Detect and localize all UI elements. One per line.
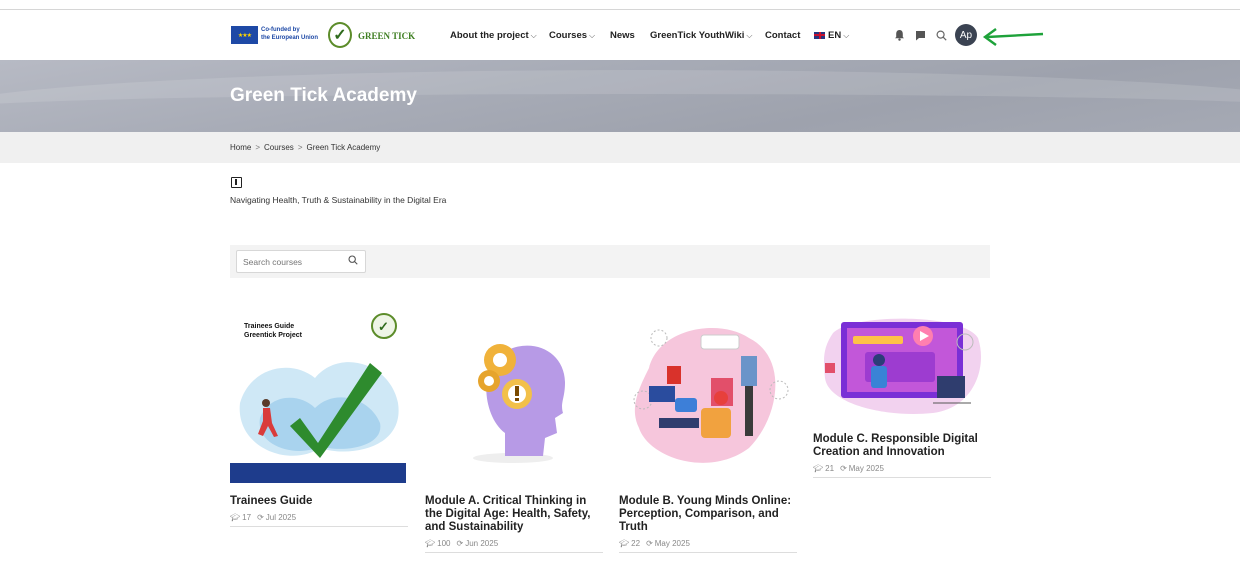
course-title[interactable]: Module C. Responsible Digital Creation a…: [813, 433, 991, 459]
course-card[interactable]: Module C. Responsible Digital Creation a…: [813, 308, 991, 478]
uk-flag-icon: [814, 31, 825, 39]
chevron-down-icon: ⌵: [746, 31, 753, 40]
breadcrumb-home[interactable]: Home: [230, 143, 251, 152]
nav-contact[interactable]: Contact: [765, 30, 800, 41]
nav-courses[interactable]: Courses ⌵: [549, 30, 595, 41]
students-count: 🎓︎ 100: [425, 539, 451, 548]
page-banner: Green Tick Academy: [0, 60, 1240, 132]
green-tick-logo-icon[interactable]: ✓: [328, 22, 352, 48]
search-icon[interactable]: [933, 27, 949, 43]
course-title[interactable]: Module A. Critical Thinking in the Digit…: [425, 495, 603, 534]
course-meta: 🎓︎ 100 ⟳ Jun 2025: [425, 539, 603, 553]
graduation-cap-icon: 🎓︎: [813, 464, 824, 473]
search-icon[interactable]: [348, 255, 358, 268]
updated-date: ⟳ Jun 2025: [456, 539, 499, 548]
nav-news[interactable]: News: [610, 30, 635, 41]
refresh-icon: ⟳: [456, 539, 464, 548]
chevron-right-icon: >: [255, 143, 261, 152]
category-icon: [231, 177, 242, 188]
refresh-icon: ⟳: [257, 513, 264, 522]
course-card[interactable]: Module B. Young Minds Online: Perception…: [619, 308, 797, 553]
eu-flag-icon: ★★★: [231, 26, 258, 44]
thumbnail-subcaption: Greentick Project: [244, 332, 302, 339]
breadcrumb-bar: Home > Courses > Green Tick Academy: [0, 132, 1240, 163]
page-title: Green Tick Academy: [230, 85, 417, 106]
course-search-box: [236, 250, 366, 273]
refresh-icon: ⟳: [840, 464, 847, 473]
course-thumbnail[interactable]: [425, 308, 601, 483]
students-count: 🎓︎ 21: [813, 464, 835, 473]
chevron-right-icon: >: [297, 143, 303, 152]
course-card[interactable]: ✓ Trainees Guide Greentick Project Train…: [230, 308, 408, 527]
category-description: Navigating Health, Truth & Sustainabilit…: [230, 195, 447, 205]
breadcrumb-current: Green Tick Academy: [306, 143, 381, 152]
updated-date: ⟳ May 2025: [840, 464, 884, 473]
language-selector[interactable]: EN ⌵: [814, 30, 849, 41]
notification-bell-icon[interactable]: [891, 27, 907, 43]
course-title[interactable]: Trainees Guide: [230, 495, 408, 508]
brand-name[interactable]: GREEN TICK: [358, 31, 415, 41]
chevron-down-icon: ⌵: [530, 31, 537, 40]
updated-date: ⟳ May 2025: [646, 539, 690, 548]
course-search-input[interactable]: [243, 255, 343, 269]
user-avatar[interactable]: Ap: [955, 24, 977, 46]
course-search-bar: [230, 245, 990, 278]
breadcrumb: Home > Courses > Green Tick Academy: [230, 143, 380, 152]
graduation-cap-icon: 🎓︎: [230, 513, 241, 522]
refresh-icon: ⟳: [646, 539, 653, 548]
students-count: 🎓︎ 22: [619, 539, 641, 548]
site-header: ★★★ Co-funded by the European Union ✓ GR…: [0, 10, 1240, 60]
course-meta: 🎓︎ 17 ⟳ Jul 2025: [230, 513, 408, 527]
banner-decoration: [0, 70, 1240, 132]
eu-funding-label: Co-funded by the European Union: [261, 27, 318, 41]
course-thumbnail[interactable]: [813, 308, 989, 424]
breadcrumb-courses[interactable]: Courses: [264, 143, 294, 152]
course-meta: 🎓︎ 22 ⟳ May 2025: [619, 539, 797, 553]
course-thumbnail[interactable]: [619, 308, 795, 483]
annotation-arrow-icon: [982, 28, 1044, 46]
course-card[interactable]: Module A. Critical Thinking in the Digit…: [425, 308, 603, 553]
thumbnail-caption: Trainees Guide: [244, 323, 295, 330]
course-meta: 🎓︎ 21 ⟳ May 2025: [813, 464, 991, 478]
messages-icon[interactable]: [912, 27, 928, 43]
chevron-down-icon: ⌵: [589, 31, 596, 40]
course-thumbnail[interactable]: ✓ Trainees Guide Greentick Project: [230, 308, 406, 483]
graduation-cap-icon: 🎓︎: [425, 539, 436, 548]
svg-text:✓: ✓: [378, 319, 389, 334]
nav-about-project[interactable]: About the project ⌵: [450, 30, 537, 41]
students-count: 🎓︎ 17: [230, 513, 252, 522]
chevron-down-icon: ⌵: [843, 31, 850, 40]
nav-youthwiki[interactable]: GreenTick YouthWiki ⌵: [650, 30, 753, 41]
graduation-cap-icon: 🎓︎: [619, 539, 630, 548]
updated-date: ⟳ Jul 2025: [257, 513, 297, 522]
course-title[interactable]: Module B. Young Minds Online: Perception…: [619, 495, 797, 534]
